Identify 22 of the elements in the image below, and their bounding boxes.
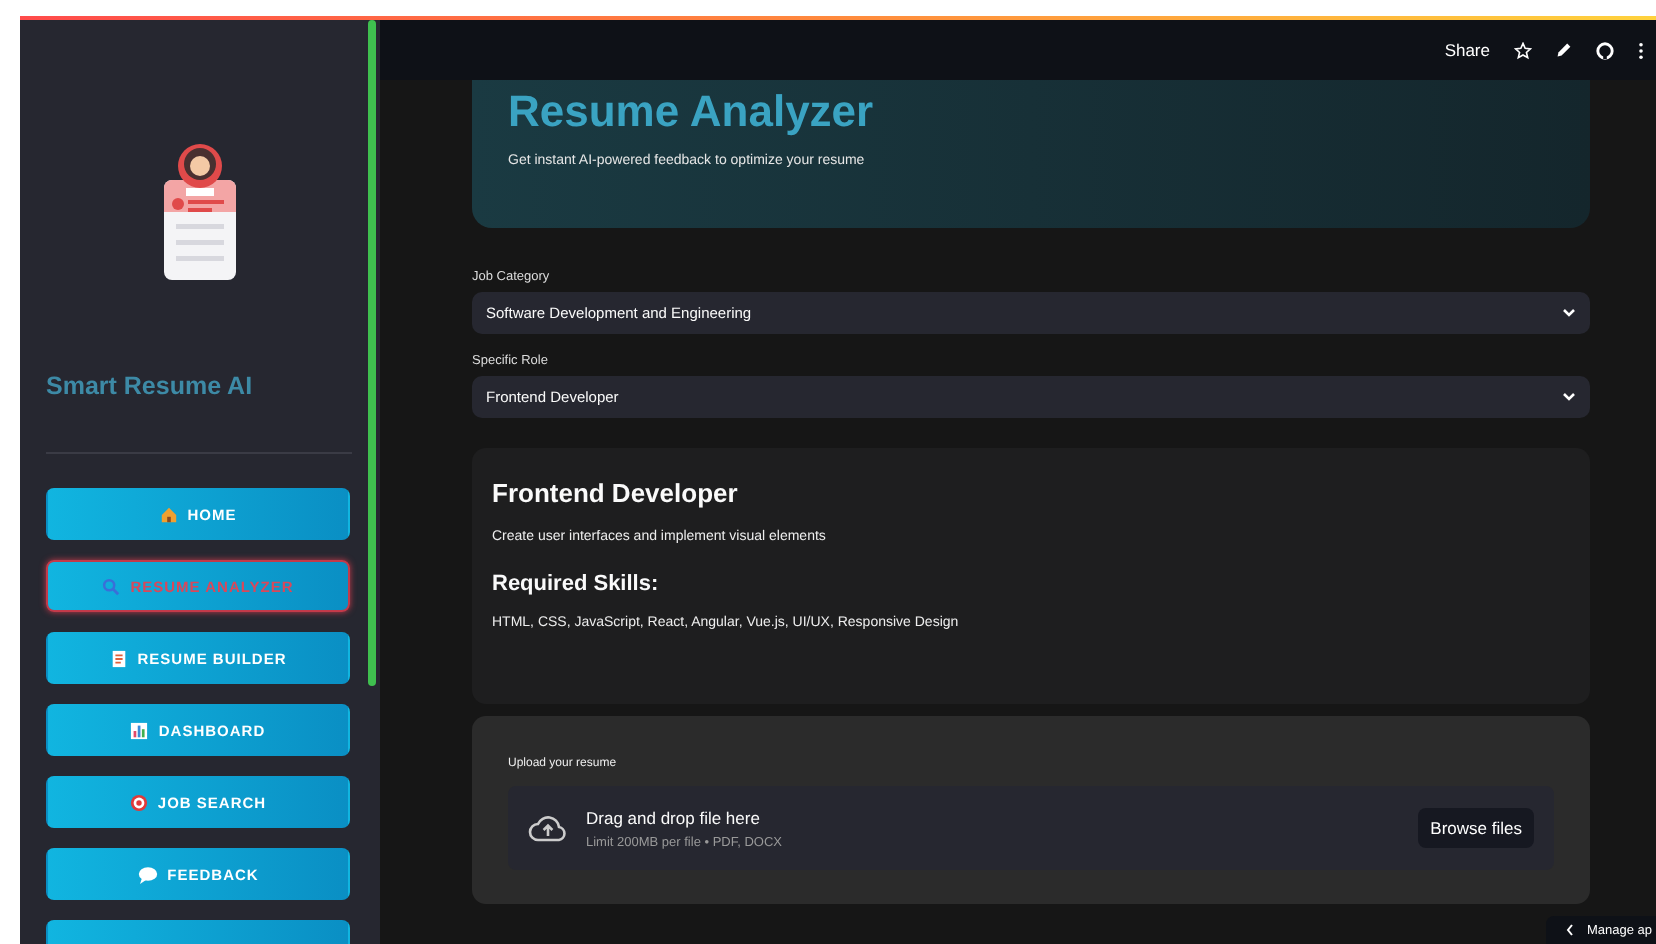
star-icon[interactable]	[1514, 41, 1532, 59]
dropzone-prompt: Drag and drop file here	[586, 807, 760, 827]
cloud-upload-icon	[528, 814, 568, 842]
bar-chart-icon	[130, 721, 149, 739]
search-icon	[102, 577, 121, 595]
role-title: Frontend Developer	[492, 478, 738, 508]
more-options-icon[interactable]	[1638, 41, 1644, 59]
scrollbar[interactable]	[368, 20, 376, 686]
chevron-down-icon	[1562, 392, 1576, 402]
app-title: Smart Resume AI	[46, 372, 255, 400]
pencil-icon[interactable]	[1556, 42, 1572, 58]
target-icon	[129, 793, 148, 811]
resume-avatar-icon	[160, 140, 240, 284]
speech-bubble-icon	[137, 865, 158, 883]
chevron-down-icon	[1562, 308, 1576, 318]
page-title: Resume Analyzer	[508, 86, 876, 138]
document-icon	[109, 649, 128, 667]
chevron-left-icon	[1566, 924, 1575, 936]
house-icon	[159, 505, 178, 523]
skills-heading: Required Skills:	[492, 572, 659, 596]
share-link[interactable]: Share	[1444, 40, 1490, 60]
browse-files-button[interactable]: Browse files	[1418, 808, 1534, 848]
